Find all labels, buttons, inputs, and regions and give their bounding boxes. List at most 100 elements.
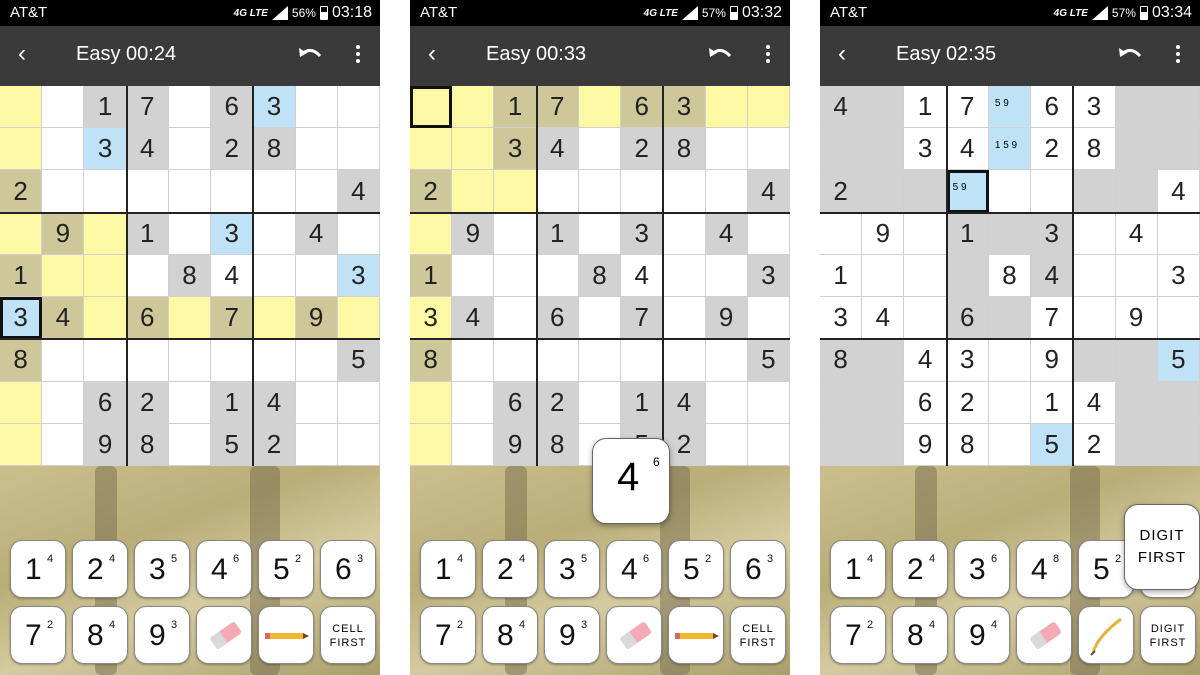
- sudoku-cell[interactable]: [494, 212, 537, 255]
- sudoku-cell[interactable]: 1: [84, 86, 127, 129]
- sudoku-cell[interactable]: 1: [1031, 381, 1074, 424]
- sudoku-cell[interactable]: [705, 254, 748, 298]
- sudoku-cell[interactable]: [705, 423, 748, 466]
- sudoku-cell[interactable]: 1: [946, 212, 989, 255]
- sudoku-cell[interactable]: 3: [253, 86, 296, 129]
- sudoku-cell[interactable]: 3: [820, 297, 863, 340]
- sudoku-cell[interactable]: [1073, 170, 1116, 213]
- sudoku-cell[interactable]: [337, 128, 380, 171]
- sudoku-cell[interactable]: 9: [1031, 339, 1074, 382]
- sudoku-cell[interactable]: [42, 423, 85, 466]
- digit-key-4[interactable]: 46: [196, 540, 252, 598]
- sudoku-cell[interactable]: [862, 128, 905, 171]
- sudoku-cell[interactable]: 9: [295, 297, 338, 340]
- sudoku-cell[interactable]: [747, 297, 790, 340]
- sudoku-cell[interactable]: [1115, 381, 1158, 424]
- overflow-menu-icon[interactable]: [352, 42, 364, 68]
- sudoku-cell[interactable]: 1: [820, 254, 863, 298]
- sudoku-cell[interactable]: [1073, 339, 1116, 382]
- sudoku-cell[interactable]: 8: [1073, 128, 1116, 171]
- sudoku-cell[interactable]: [0, 423, 43, 466]
- sudoku-cell[interactable]: [295, 170, 338, 213]
- sudoku-cell[interactable]: [578, 212, 622, 255]
- sudoku-cell[interactable]: [1073, 254, 1116, 298]
- sudoku-cell[interactable]: [410, 381, 453, 424]
- sudoku-cell[interactable]: [1115, 254, 1158, 298]
- sudoku-cell[interactable]: [337, 86, 380, 129]
- sudoku-cell[interactable]: 6: [536, 297, 579, 340]
- sudoku-cell[interactable]: [862, 381, 905, 424]
- sudoku-cell[interactable]: 3: [0, 297, 43, 340]
- sudoku-cell[interactable]: 8: [536, 423, 579, 466]
- sudoku-cell[interactable]: 7: [946, 86, 989, 129]
- digit-key-2[interactable]: 24: [482, 540, 538, 598]
- sudoku-cell[interactable]: 4: [621, 254, 664, 298]
- digit-key-7[interactable]: 72: [830, 606, 886, 664]
- sudoku-cell[interactable]: 7: [126, 86, 169, 129]
- pencil-mode-button[interactable]: [258, 606, 314, 664]
- sudoku-cell[interactable]: 9: [705, 297, 748, 340]
- sudoku-cell[interactable]: [410, 423, 453, 466]
- sudoku-cell[interactable]: 3: [663, 86, 706, 129]
- sudoku-cell[interactable]: [705, 381, 748, 424]
- sudoku-cell[interactable]: [862, 254, 905, 298]
- sudoku-cell[interactable]: 4: [663, 381, 706, 424]
- sudoku-cell[interactable]: [295, 254, 338, 298]
- sudoku-cell[interactable]: 8: [946, 423, 989, 466]
- sudoku-cell[interactable]: [578, 128, 622, 171]
- sudoku-cell[interactable]: [253, 254, 296, 298]
- sudoku-cell[interactable]: [0, 212, 43, 255]
- back-arrow-icon[interactable]: ‹: [838, 40, 846, 68]
- sudoku-cell[interactable]: 8: [578, 254, 622, 298]
- sudoku-cell[interactable]: 3: [946, 339, 989, 382]
- sudoku-cell[interactable]: 9: [862, 212, 905, 255]
- sudoku-cell[interactable]: [988, 212, 1032, 255]
- sudoku-cell[interactable]: 8: [126, 423, 169, 466]
- sudoku-cell[interactable]: [253, 212, 296, 255]
- sudoku-cell[interactable]: [452, 170, 495, 213]
- sudoku-cell[interactable]: [253, 170, 296, 213]
- sudoku-cell[interactable]: [621, 170, 664, 213]
- pencil-mode-button[interactable]: [668, 606, 724, 664]
- digit-key-4[interactable]: 46: [606, 540, 662, 598]
- sudoku-cell[interactable]: [946, 254, 989, 298]
- sudoku-cell[interactable]: [1157, 381, 1200, 424]
- sudoku-cell[interactable]: [253, 339, 296, 382]
- sudoku-cell[interactable]: 4: [253, 381, 296, 424]
- sudoku-cell[interactable]: 6: [84, 381, 127, 424]
- undo-icon[interactable]: [298, 44, 324, 66]
- sudoku-cell[interactable]: [705, 86, 748, 129]
- sudoku-cell[interactable]: 8: [410, 339, 453, 382]
- sudoku-cell[interactable]: 6: [1031, 86, 1074, 129]
- sudoku-cell[interactable]: [820, 381, 863, 424]
- sudoku-cell[interactable]: [578, 381, 622, 424]
- sudoku-cell[interactable]: 3: [410, 297, 453, 340]
- sudoku-cell[interactable]: 1: [904, 86, 947, 129]
- sudoku-cell[interactable]: [1031, 170, 1074, 213]
- sudoku-cell[interactable]: 6: [946, 297, 989, 340]
- sudoku-cell[interactable]: [663, 170, 706, 213]
- sudoku-cell[interactable]: [663, 297, 706, 340]
- sudoku-cell[interactable]: 4: [42, 297, 85, 340]
- sudoku-cell[interactable]: 6: [126, 297, 169, 340]
- sudoku-cell[interactable]: [84, 212, 127, 255]
- digit-key-7[interactable]: 72: [10, 606, 66, 664]
- undo-icon[interactable]: [1118, 44, 1144, 66]
- sudoku-cell[interactable]: [1157, 212, 1200, 255]
- sudoku-cell[interactable]: 2: [410, 170, 453, 213]
- sudoku-cell[interactable]: [578, 170, 622, 213]
- sudoku-cell[interactable]: 7: [1031, 297, 1074, 340]
- sudoku-cell[interactable]: 2: [1031, 128, 1074, 171]
- sudoku-cell[interactable]: 4: [536, 128, 579, 171]
- sudoku-cell[interactable]: [452, 423, 495, 466]
- sudoku-cell[interactable]: [988, 297, 1032, 340]
- sudoku-cell[interactable]: 3: [494, 128, 537, 171]
- sudoku-cell[interactable]: 4: [295, 212, 338, 255]
- sudoku-cell[interactable]: [862, 170, 905, 213]
- sudoku-cell[interactable]: 4: [211, 254, 254, 298]
- sudoku-cell[interactable]: 1: [0, 254, 43, 298]
- sudoku-cell[interactable]: [820, 423, 863, 466]
- sudoku-cell[interactable]: [0, 128, 43, 171]
- sudoku-cell[interactable]: [621, 339, 664, 382]
- digit-key-9[interactable]: 93: [544, 606, 600, 664]
